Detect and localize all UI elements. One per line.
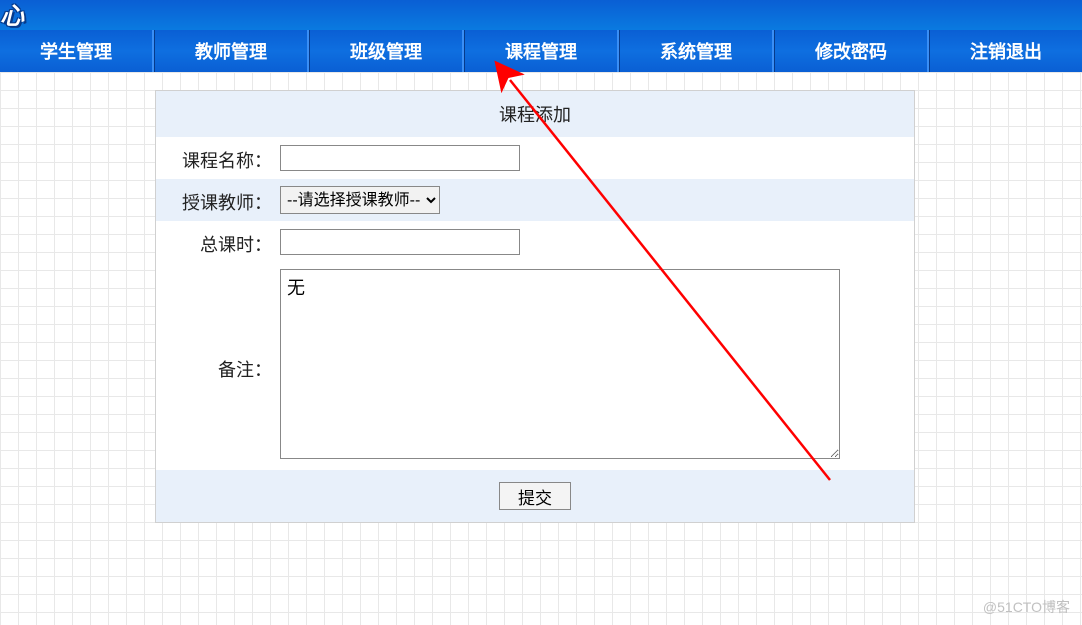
header-banner: 心 xyxy=(0,0,1082,30)
row-submit: 提交 xyxy=(156,470,914,522)
form-title: 课程添加 xyxy=(156,91,914,137)
course-add-panel: 课程添加 课程名称： 授课教师： --请选择授课教师-- 总课时： 备注： 提交 xyxy=(155,90,915,523)
label-hours: 总课时： xyxy=(156,227,276,257)
row-teacher: 授课教师： --请选择授课教师-- xyxy=(156,179,914,221)
input-hours[interactable] xyxy=(280,229,520,255)
textarea-remark[interactable] xyxy=(280,269,840,459)
select-teacher[interactable]: --请选择授课教师-- xyxy=(280,186,440,214)
row-hours: 总课时： xyxy=(156,221,914,263)
nav-teacher-mgmt[interactable]: 教师管理 xyxy=(154,30,309,72)
input-course-name[interactable] xyxy=(280,145,520,171)
nav-logout[interactable]: 注销退出 xyxy=(929,30,1082,72)
row-course-name: 课程名称： xyxy=(156,137,914,179)
nav-change-password[interactable]: 修改密码 xyxy=(774,30,929,72)
main-nav: 学生管理 教师管理 班级管理 课程管理 系统管理 修改密码 注销退出 xyxy=(0,30,1082,72)
label-course-name: 课程名称： xyxy=(156,143,276,173)
label-teacher: 授课教师： xyxy=(156,185,276,215)
label-remark: 备注： xyxy=(156,352,276,382)
nav-student-mgmt[interactable]: 学生管理 xyxy=(0,30,154,72)
nav-course-mgmt[interactable]: 课程管理 xyxy=(464,30,619,72)
nav-class-mgmt[interactable]: 班级管理 xyxy=(309,30,464,72)
row-remark: 备注： xyxy=(156,263,914,470)
submit-button[interactable]: 提交 xyxy=(499,482,571,510)
nav-system-mgmt[interactable]: 系统管理 xyxy=(619,30,774,72)
watermark: @51CTO博客 xyxy=(983,597,1070,617)
logo-fragment: 心 xyxy=(0,0,23,31)
